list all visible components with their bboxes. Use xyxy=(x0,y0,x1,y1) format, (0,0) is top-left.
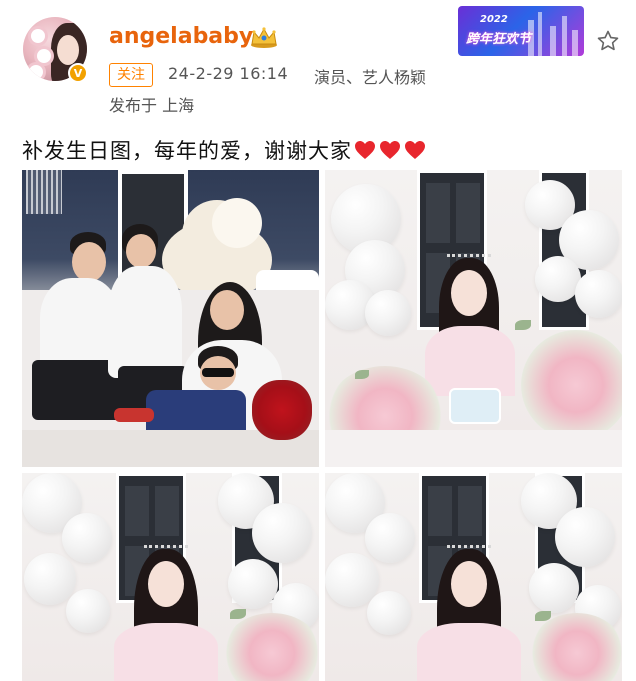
post-timestamp: 24-2-29 16:14 xyxy=(168,64,289,83)
post-text: 补发生日图，每年的爱，谢谢大家 xyxy=(22,135,429,165)
banner-title: 跨年狂欢节 xyxy=(466,32,532,47)
event-banner[interactable]: 2022 跨年狂欢节 xyxy=(458,6,584,56)
post-caption: 补发生日图，每年的爱，谢谢大家 xyxy=(22,139,352,163)
red-heart-icon xyxy=(380,141,400,159)
birthday-cake-photo[interactable] xyxy=(325,170,622,467)
family-birthday-photo[interactable] xyxy=(22,170,319,467)
post-header: V angelababy 关注 24-2-29 16:14 演员、艺人杨颖 发布… xyxy=(0,0,636,125)
star-outline-icon[interactable] xyxy=(596,29,620,53)
banner-year: 2022 xyxy=(480,14,508,25)
post-location: 发布于 上海 xyxy=(109,96,195,115)
balloon-portrait-photo-1[interactable] xyxy=(22,473,319,681)
post-source: 演员、艺人杨颖 xyxy=(314,68,427,87)
red-heart-icon xyxy=(355,141,375,159)
follow-button[interactable]: 关注 xyxy=(109,63,153,87)
balloon-portrait-photo-2[interactable] xyxy=(325,473,622,681)
hearts-row xyxy=(354,140,429,160)
username[interactable]: angelababy xyxy=(109,24,253,49)
verified-v-icon: V xyxy=(68,63,88,83)
red-heart-icon xyxy=(405,141,425,159)
photo-grid xyxy=(22,170,622,681)
crown-badge-icon[interactable] xyxy=(249,25,279,49)
